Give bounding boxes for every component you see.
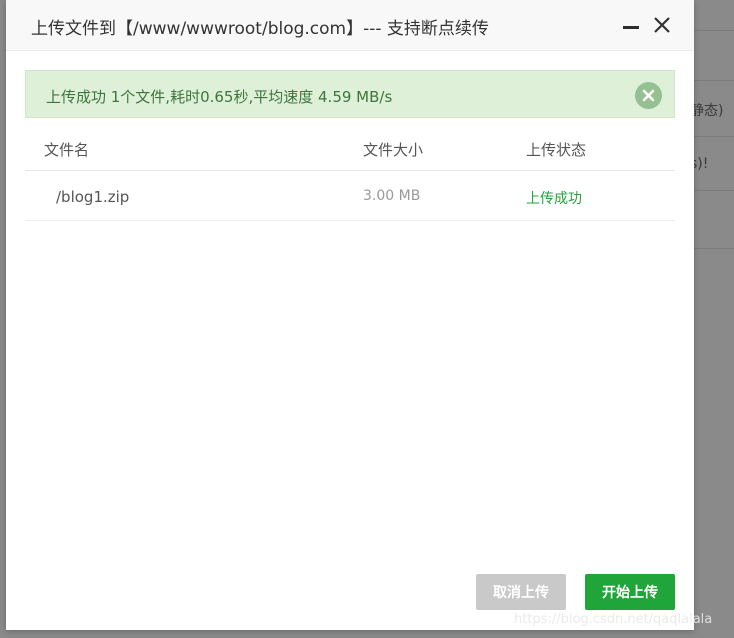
close-icon[interactable] <box>651 14 673 36</box>
table-header: 文件名 文件大小 上传状态 <box>25 126 675 171</box>
header-upload-status: 上传状态 <box>526 141 587 159</box>
close-circle-icon[interactable] <box>635 82 662 109</box>
background-divider <box>693 80 734 81</box>
background-divider <box>693 190 734 191</box>
watermark: https://blog.csdn.net/qaqlalala <box>514 612 713 627</box>
start-upload-button[interactable]: 开始上传 <box>585 574 675 610</box>
background-divider <box>693 248 734 249</box>
background-divider <box>693 30 734 31</box>
header-file-size: 文件大小 <box>363 141 424 159</box>
minimize-bar <box>623 26 639 29</box>
file-table: 文件名 文件大小 上传状态 /blog1.zip 3.00 MB 上传成功 <box>25 126 675 221</box>
file-name-cell: /blog1.zip <box>56 188 130 206</box>
table-row: /blog1.zip 3.00 MB 上传成功 <box>25 171 675 221</box>
minimize-icon[interactable] <box>620 14 642 36</box>
alert-message: 上传成功 1个文件,耗时0.65秒,平均速度 4.59 MB/s <box>46 88 393 106</box>
background-divider <box>693 136 734 137</box>
file-size-cell: 3.00 MB <box>363 188 421 204</box>
dialog-title: 上传文件到【/www/wwwroot/blog.com】--- 支持断点续传 <box>31 19 489 39</box>
success-alert: 上传成功 1个文件,耗时0.65秒,平均速度 4.59 MB/s <box>25 70 675 118</box>
dialog-titlebar: 上传文件到【/www/wwwroot/blog.com】--- 支持断点续传 <box>6 0 694 51</box>
cancel-upload-button[interactable]: 取消上传 <box>476 574 566 610</box>
background-text: 静态) <box>690 103 724 119</box>
close-circle-glyph <box>642 89 655 102</box>
header-file-name: 文件名 <box>44 141 90 159</box>
close-icon-glyph <box>654 17 670 33</box>
upload-dialog: 上传文件到【/www/wwwroot/blog.com】--- 支持断点续传 上… <box>6 0 694 630</box>
upload-status-cell: 上传成功 <box>526 191 582 207</box>
